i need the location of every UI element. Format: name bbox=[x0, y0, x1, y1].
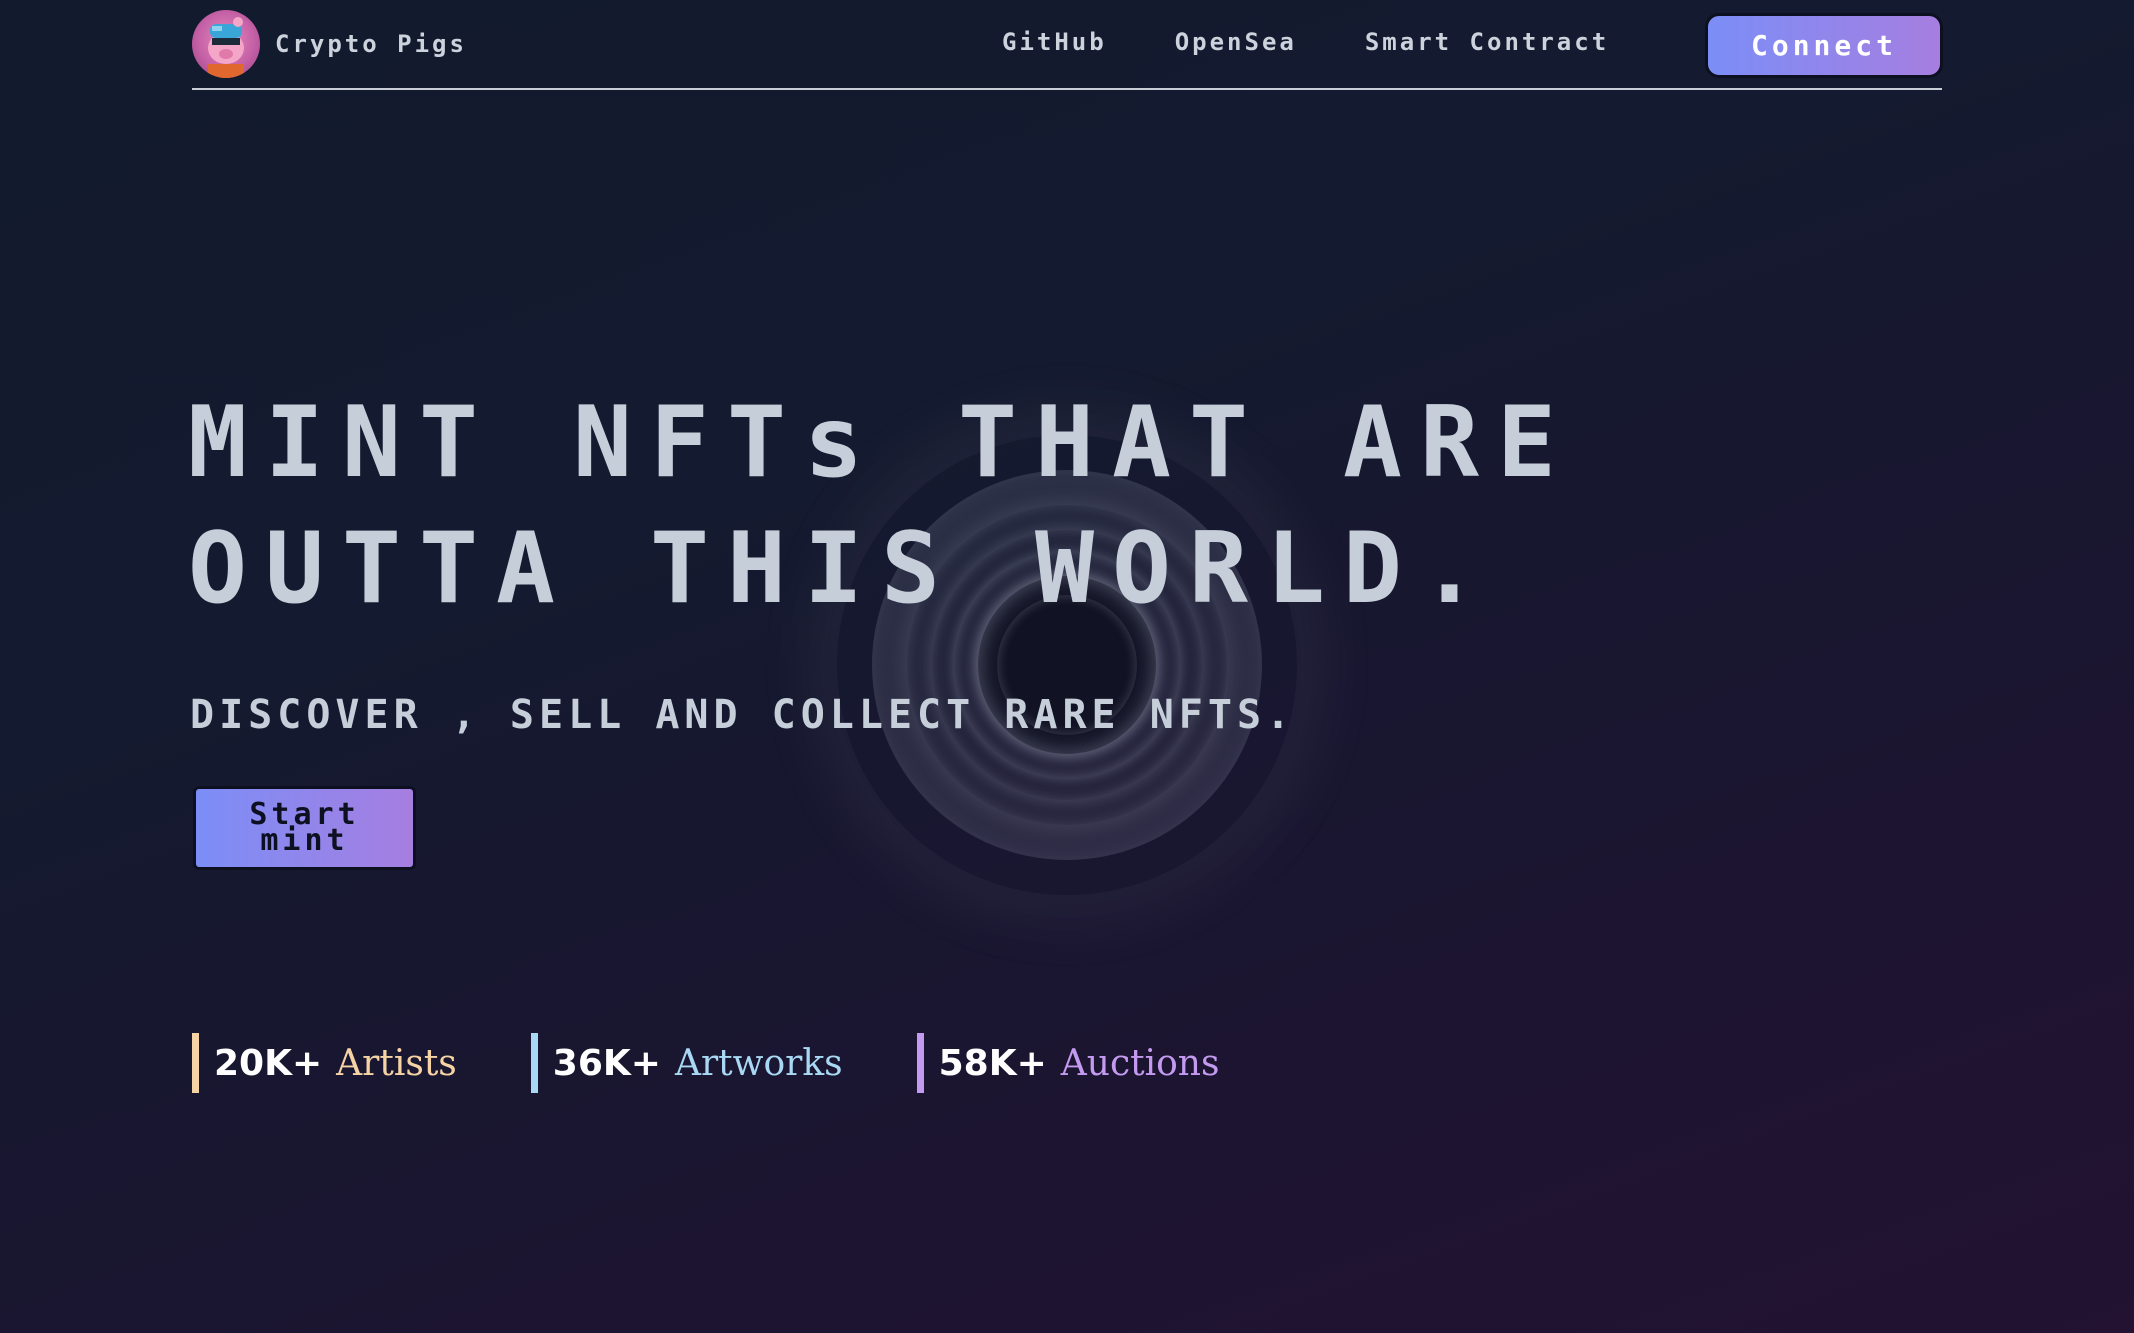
stat-accent-bar bbox=[916, 1033, 924, 1093]
brand-logo[interactable]: Crypto Pigs bbox=[192, 10, 467, 78]
stats-row: 20K+ Artists 36K+ Artworks 58K+ Auctions bbox=[192, 1033, 1293, 1093]
start-mint-label: Start mint bbox=[249, 797, 360, 858]
hero-title: MINT NFTs THAT ARE OUTTA THIS WORLD. bbox=[188, 380, 1788, 632]
stat-label: Auctions bbox=[1060, 1042, 1220, 1084]
brand-name: Crypto Pigs bbox=[275, 30, 467, 58]
start-mint-button[interactable]: Start mint bbox=[193, 786, 416, 870]
nav-link-opensea[interactable]: OpenSea bbox=[1175, 28, 1297, 56]
stat-value: 36K+ bbox=[552, 1042, 661, 1084]
pig-avatar-icon bbox=[192, 10, 260, 78]
stat-auctions: 58K+ Auctions bbox=[916, 1033, 1220, 1093]
stat-accent-bar bbox=[530, 1033, 538, 1093]
hero-subtitle: DISCOVER , SELL AND COLLECT RARE NFTS. bbox=[190, 692, 1296, 738]
main-nav: GitHub OpenSea Smart Contract bbox=[1002, 28, 1609, 56]
stat-artists: 20K+ Artists bbox=[192, 1033, 457, 1093]
hero-title-line-2: OUTTA THIS WORLD. bbox=[188, 512, 1498, 626]
top-nav-bar: Crypto Pigs GitHub OpenSea Smart Contrac… bbox=[192, 0, 1943, 90]
stat-value: 58K+ bbox=[938, 1042, 1047, 1084]
nav-link-smart-contract[interactable]: Smart Contract bbox=[1365, 28, 1609, 56]
stat-accent-bar bbox=[192, 1033, 199, 1093]
stat-label: Artists bbox=[336, 1042, 457, 1084]
nav-link-github[interactable]: GitHub bbox=[1002, 28, 1107, 56]
connect-wallet-button[interactable]: Connect bbox=[1705, 13, 1943, 78]
hero-title-line-1: MINT NFTs THAT ARE bbox=[188, 386, 1575, 500]
stat-artworks: 36K+ Artworks bbox=[530, 1033, 843, 1093]
stat-value: 20K+ bbox=[214, 1042, 323, 1084]
stat-label: Artworks bbox=[674, 1042, 843, 1084]
